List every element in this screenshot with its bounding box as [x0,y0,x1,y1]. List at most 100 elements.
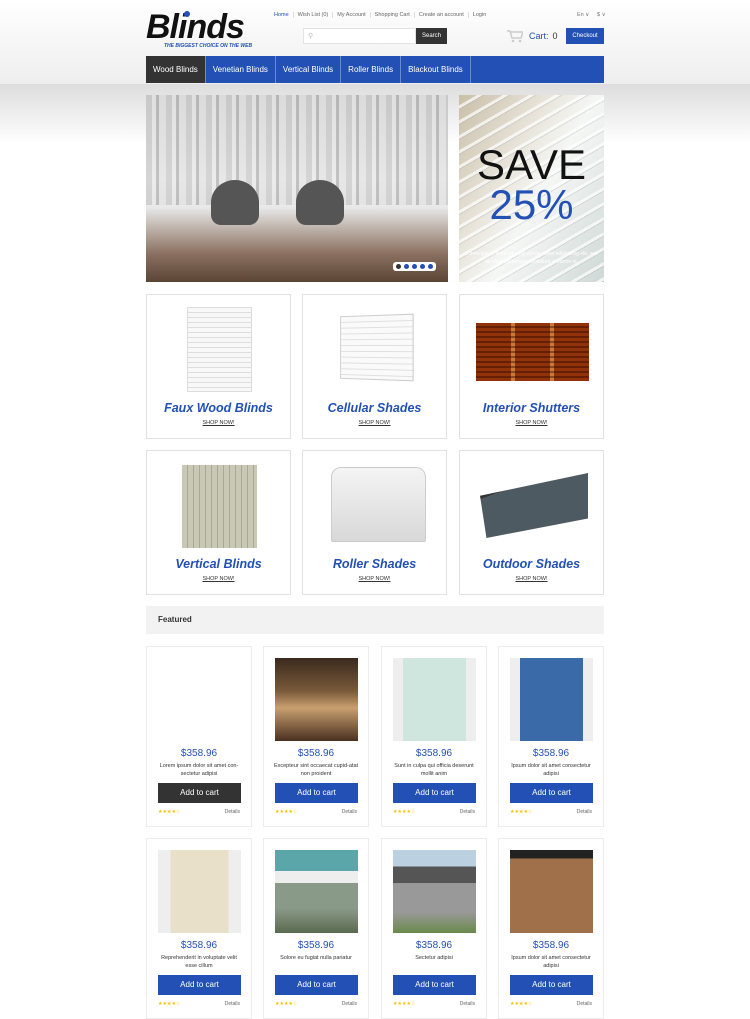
nav-wood-blinds[interactable]: Wood Blinds [146,56,206,83]
category-title[interactable]: Faux Wood Blinds [147,401,290,415]
shop-now-link[interactable]: SHOP NOW! [460,420,603,426]
category-title[interactable]: Roller Shades [303,557,446,571]
cart-summary[interactable]: Cart: 0 [529,31,558,41]
product-card[interactable]: $358.96 Lorem ipsum dolor sit amet con-s… [146,646,252,827]
category-image [340,313,414,382]
product-price: $358.96 [180,748,218,759]
promo-percent: 25% [489,181,574,228]
product-card[interactable]: $358.96 Ipsum dolor sit amet consectetur… [498,838,604,1019]
category-card[interactable]: Cellular Shades SHOP NOW! [302,294,447,439]
shop-now-link[interactable]: SHOP NOW! [303,576,446,582]
details-link[interactable]: Details [225,809,240,815]
product-image[interactable] [393,658,476,741]
product-description[interactable]: Excepteur sint occaecat cupid-atat non p… [272,762,360,778]
product-card[interactable]: $358.96 Solore eu fugiat nulla pariatur … [263,838,369,1019]
add-to-cart-button[interactable]: Add to cart [158,783,241,803]
category-title[interactable]: Vertical Blinds [147,557,290,571]
add-to-cart-button[interactable]: Add to cart [158,975,241,995]
nav-vertical-blinds[interactable]: Vertical Blinds [276,56,342,83]
add-to-cart-button[interactable]: Add to cart [510,975,593,995]
add-to-cart-button[interactable]: Add to cart [393,783,476,803]
product-description[interactable]: Sectetur adipisi [390,954,478,962]
shop-now-link[interactable]: SHOP NOW! [147,576,290,582]
nav-venetian-blinds[interactable]: Venetian Blinds [206,56,276,83]
product-price: $358.96 [297,940,335,951]
rating-stars-icon: ★★★★☆ [510,809,533,815]
slider-dot[interactable] [428,264,433,269]
nav-roller-blinds[interactable]: Roller Blinds [341,56,402,83]
link-account[interactable]: My Account [332,12,369,18]
main-nav: Wood Blinds Venetian Blinds Vertical Bli… [146,56,604,83]
category-card[interactable]: Faux Wood Blinds SHOP NOW! [146,294,291,439]
slider-dot[interactable] [420,264,425,269]
link-login[interactable]: Login [467,12,490,18]
add-to-cart-button[interactable]: Add to cart [393,975,476,995]
rating-stars-icon: ★★★★☆ [275,809,298,815]
shop-now-link[interactable]: SHOP NOW! [303,420,446,426]
category-card[interactable]: Roller Shades SHOP NOW! [302,450,447,595]
cart-label: Cart: [529,31,549,41]
product-price: $358.96 [415,940,453,951]
slider-dot[interactable] [396,264,401,269]
shop-now-link[interactable]: SHOP NOW! [460,576,603,582]
product-image[interactable] [275,658,358,741]
logo-text: Blinds [146,8,245,46]
search-icon: ⚲ [308,33,314,40]
product-price: $358.96 [180,940,218,951]
product-description[interactable]: Ipsum dolor sit amet consectetur adipisi [507,762,595,778]
product-card[interactable]: $358.96 Sectetur adipisi Add to cart ★★★… [381,838,487,1019]
details-link[interactable]: Details [342,809,357,815]
search-button[interactable]: Search [416,28,447,44]
product-description[interactable]: Solore eu fugiat nulla pariatur [272,954,360,962]
product-image[interactable] [393,850,476,933]
category-card[interactable]: Interior Shutters SHOP NOW! [459,294,604,439]
product-card[interactable]: $358.96 Sunt in culpa qui officia deseru… [381,646,487,827]
add-to-cart-button[interactable]: Add to cart [275,975,358,995]
logo[interactable]: Blinds THE BIGGEST CHOICE ON THE WEB [146,8,252,49]
product-image[interactable] [510,658,593,741]
add-to-cart-button[interactable]: Add to cart [275,783,358,803]
details-link[interactable]: Details [577,1001,592,1007]
details-link[interactable]: Details [342,1001,357,1007]
hero-image-chair [211,180,259,225]
product-description[interactable]: Reprehenderit in voluptate velit esse ci… [155,954,243,970]
product-image[interactable] [510,850,593,933]
category-card[interactable]: Vertical Blinds SHOP NOW! [146,450,291,595]
checkout-button[interactable]: Checkout [566,28,604,44]
cart-icon[interactable] [507,30,523,43]
product-card[interactable]: $358.96 Reprehenderit in voluptate velit… [146,838,252,1019]
details-link[interactable]: Details [225,1001,240,1007]
category-card[interactable]: Outdoor Shades SHOP NOW! [459,450,604,595]
promo-text: Lorem ipsum dolor sit amet conse ctetur … [465,251,598,265]
details-link[interactable]: Details [460,809,475,815]
product-description[interactable]: Sunt in culpa qui officia deserunt molli… [390,762,478,778]
slider-dot[interactable] [412,264,417,269]
category-title[interactable]: Outdoor Shades [460,557,603,571]
nav-blackout-blinds[interactable]: Blackout Blinds [401,56,471,83]
link-wishlist[interactable]: Wish List (0) [292,12,333,18]
product-image[interactable] [158,658,241,741]
product-image[interactable] [275,850,358,933]
add-to-cart-button[interactable]: Add to cart [510,783,593,803]
slider-dot[interactable] [404,264,409,269]
product-description[interactable]: Ipsum dolor sit amet consectetur adipisi [507,954,595,970]
currency-select[interactable]: $ ∨ [597,12,606,18]
details-link[interactable]: Details [577,809,592,815]
category-title[interactable]: Cellular Shades [303,401,446,415]
details-link[interactable]: Details [460,1001,475,1007]
hero-slider[interactable] [146,95,448,282]
product-description[interactable]: Lorem ipsum dolor sit amet con-sectetur … [155,762,243,778]
product-card[interactable]: $358.96 Excepteur sint occaecat cupid-at… [263,646,369,827]
promo-banner[interactable]: SAVE 25% Lorem ipsum dolor sit amet cons… [459,95,604,282]
product-image[interactable] [158,850,241,933]
link-shopping-cart[interactable]: Shopping Cart [369,12,414,18]
shop-now-link[interactable]: SHOP NOW! [147,420,290,426]
link-home[interactable]: Home [274,12,293,18]
product-price: $358.96 [532,940,570,951]
link-create-account[interactable]: Create an account [413,12,468,18]
search-input[interactable]: ⚲ [303,28,416,44]
language-select[interactable]: En ∨ [577,12,589,18]
rating-stars-icon: ★★★★☆ [510,1001,533,1007]
product-card[interactable]: $358.96 Ipsum dolor sit amet consectetur… [498,646,604,827]
category-title[interactable]: Interior Shutters [460,401,603,415]
